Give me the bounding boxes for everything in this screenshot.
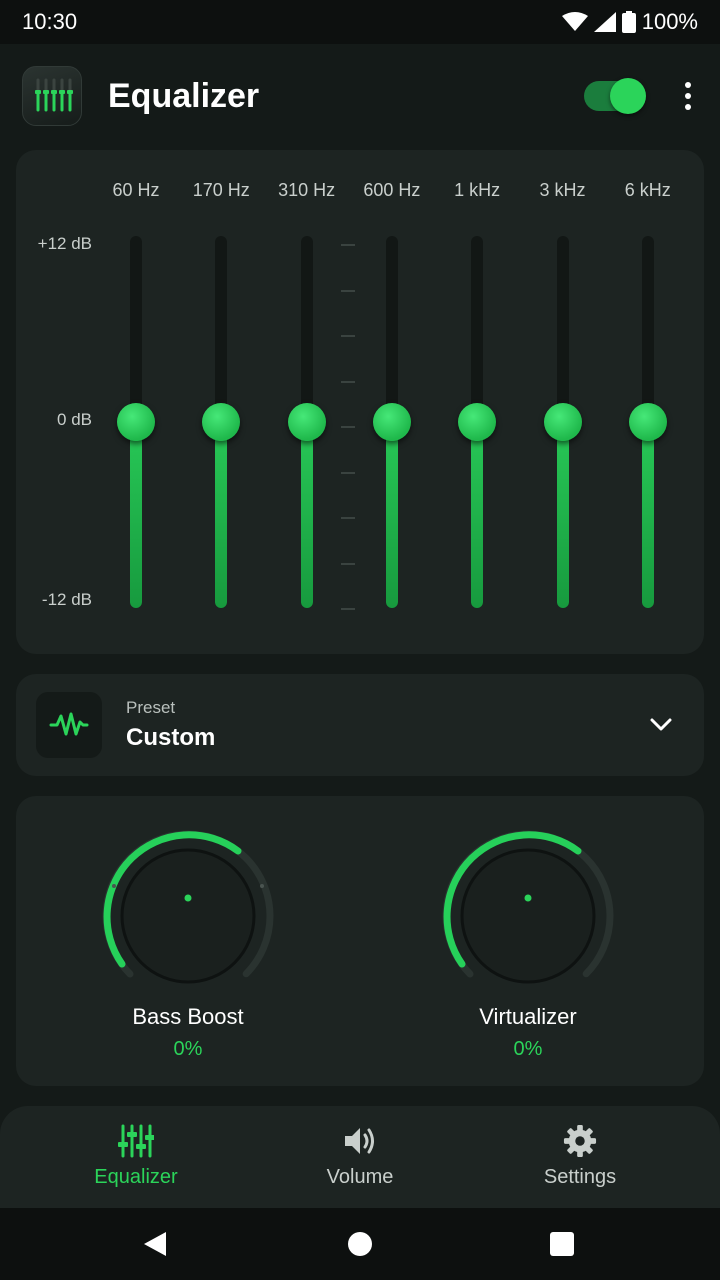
status-icons: 100% (561, 9, 698, 35)
nav-settings[interactable]: Settings (500, 1124, 660, 1189)
slider-fill (300, 422, 313, 608)
equalizer-power-toggle[interactable] (584, 78, 646, 114)
nav-equalizer[interactable]: Equalizer (56, 1124, 216, 1189)
waveform-icon (36, 692, 102, 758)
sliders-icon (118, 1124, 154, 1158)
slider-thumb[interactable] (287, 403, 326, 441)
effects-panel: Bass Boost 0% Virtualizer 0% (16, 796, 704, 1086)
slider-thumb[interactable] (372, 403, 411, 441)
app-header: Equalizer (0, 44, 720, 148)
nav-label: Equalizer (94, 1166, 178, 1188)
virtualizer-value: 0% (513, 1038, 543, 1060)
speaker-icon (345, 1128, 374, 1154)
preset-caption: Preset (126, 698, 176, 717)
preset-value: Custom (126, 724, 216, 751)
nav-volume[interactable]: Volume (280, 1124, 440, 1189)
band-frequency-label: 60 Hz (112, 180, 160, 200)
db-mid-label: 0 dB (57, 410, 92, 429)
slider-fill (556, 422, 569, 608)
page-title: Equalizer (108, 76, 260, 115)
db-tick (341, 471, 355, 474)
status-time: 10:30 (22, 9, 78, 34)
status-bar: 10:30 100% (0, 0, 720, 44)
band-frequency-label: 600 Hz (363, 180, 421, 200)
db-tick (341, 335, 355, 337)
band-slider[interactable] (285, 236, 329, 608)
nav-label: Volume (326, 1166, 394, 1188)
db-tick (341, 380, 355, 383)
band-frequency-label: 170 Hz (192, 180, 250, 200)
equalizer-panel: +12 dB 0 dB -12 dB 60 Hz 170 Hz 310 Hz 600 … (16, 150, 704, 654)
more-options-icon[interactable] (678, 82, 698, 110)
band-frequency-label: 1 kHz (454, 180, 501, 200)
preset-selector[interactable]: Preset Custom (16, 674, 704, 776)
toggle-knob (610, 78, 646, 114)
chevron-down-icon (650, 718, 672, 731)
band-slider[interactable] (199, 236, 243, 608)
slider-thumb[interactable] (202, 403, 241, 441)
slider-fill (641, 422, 654, 608)
virtualizer-knob[interactable] (438, 826, 618, 1002)
slider-fill (130, 422, 142, 608)
bottom-navigation: Equalizer Volume Settings (0, 1106, 720, 1208)
battery-icon (621, 11, 636, 33)
band-slider[interactable] (370, 236, 414, 608)
slider-thumb[interactable] (543, 403, 582, 441)
slider-thumb[interactable] (458, 403, 497, 441)
band-slider[interactable] (455, 236, 499, 608)
bass-boost-value: 0% (173, 1038, 203, 1060)
slider-thumb[interactable] (628, 403, 667, 441)
band-slider[interactable] (626, 236, 670, 608)
db-tick (341, 244, 355, 246)
nav-label: Settings (543, 1166, 617, 1188)
virtualizer-label: Virtualizer (479, 1004, 577, 1029)
bass-boost-knob[interactable] (98, 826, 278, 1004)
bass-boost-label: Bass Boost (132, 1004, 244, 1029)
band-frequency-label: 3 kHz (539, 180, 586, 200)
app-logo-icon (22, 66, 82, 126)
slider-thumb[interactable] (117, 403, 155, 441)
slider-fill (385, 422, 398, 608)
band-slider[interactable] (114, 236, 158, 608)
back-icon[interactable] (142, 1230, 168, 1258)
home-icon[interactable] (347, 1230, 373, 1258)
db-tick (341, 562, 355, 565)
db-tick (341, 517, 355, 519)
system-navigation-bar (0, 1208, 720, 1280)
gear-icon (563, 1124, 597, 1158)
db-tick (341, 426, 355, 428)
db-min-label: -12 dB (41, 590, 92, 609)
db-tick (341, 289, 355, 292)
slider-fill (471, 422, 484, 608)
battery-percent: 100% (641, 9, 698, 34)
wifi-icon (561, 12, 588, 31)
recents-icon[interactable] (549, 1230, 575, 1258)
db-tick (341, 608, 355, 610)
slider-fill (215, 422, 228, 608)
band-frequency-label: 310 Hz (278, 180, 336, 200)
band-slider[interactable] (541, 236, 585, 608)
cell-signal-icon (593, 12, 616, 32)
db-max-label: +12 dB (37, 234, 92, 253)
band-frequency-label: 6 kHz (624, 180, 671, 200)
